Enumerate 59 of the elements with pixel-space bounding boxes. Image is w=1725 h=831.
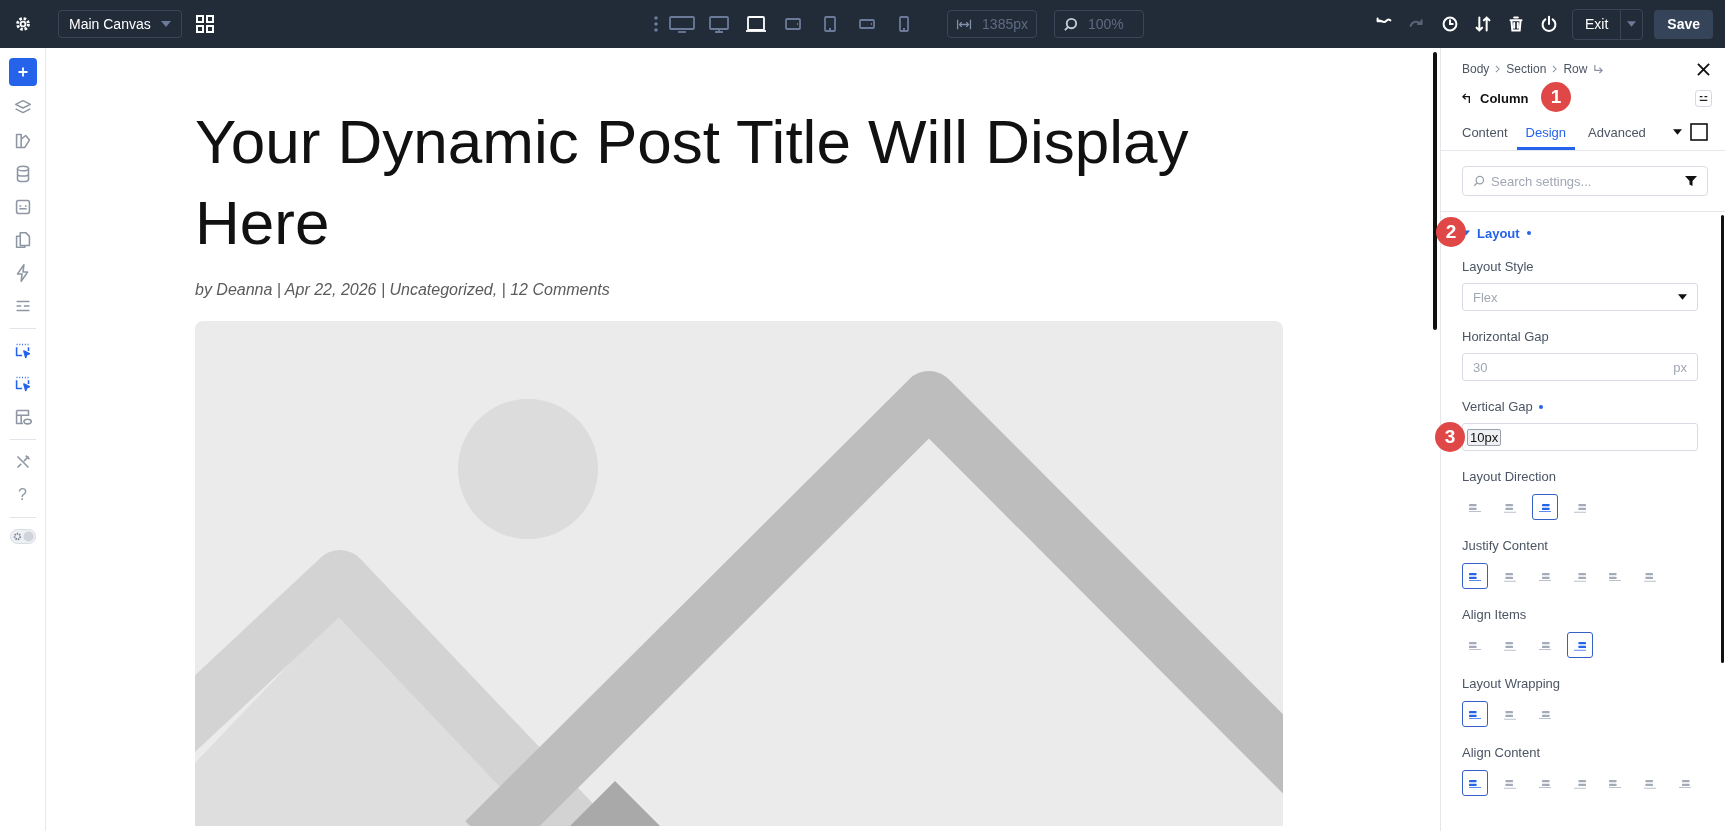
field-label: Align Content xyxy=(1462,745,1541,760)
caret-icon xyxy=(1627,21,1637,27)
add-button[interactable] xyxy=(8,58,37,86)
unit-label: px xyxy=(1673,359,1687,375)
panel-tab[interactable]: Design xyxy=(1516,114,1575,150)
scrollbar[interactable] xyxy=(1433,52,1437,330)
close-icon[interactable] xyxy=(1697,62,1710,76)
caret-icon xyxy=(161,21,171,27)
settings-icon[interactable] xyxy=(13,14,33,34)
field-label: Justify Content xyxy=(1462,538,1548,553)
square-icon[interactable] xyxy=(1689,123,1708,141)
option-button[interactable] xyxy=(1532,493,1558,520)
chevron-icon xyxy=(1495,65,1501,73)
step-badge: 1 xyxy=(1541,82,1571,112)
chevron-icon xyxy=(1552,65,1558,73)
more-icon[interactable] xyxy=(653,14,659,34)
field-label: Layout Wrapping xyxy=(1462,676,1561,691)
caret-icon[interactable] xyxy=(1672,129,1682,135)
zoom-icon xyxy=(1063,16,1078,32)
back-arrow-icon[interactable] xyxy=(1462,92,1473,104)
options-icon[interactable] xyxy=(1695,89,1712,107)
breadcrumb-link[interactable]: Body xyxy=(1462,62,1490,76)
field-label: Vertical Gap xyxy=(1462,399,1533,414)
panel-tab[interactable]: Advanced xyxy=(1579,114,1655,150)
field-label: Horizontal Gap xyxy=(1462,329,1549,344)
filter-icon[interactable] xyxy=(1685,175,1697,187)
canvas-select[interactable]: Main Canvas xyxy=(58,10,182,38)
mode-toggle[interactable] xyxy=(9,529,36,544)
width-value: 1385px xyxy=(982,16,1028,32)
search-placeholder: Search settings... xyxy=(1491,173,1593,189)
step-badge: 2 xyxy=(1436,217,1466,247)
width-icon xyxy=(956,17,973,31)
caret-icon xyxy=(1678,294,1687,300)
input-field[interactable]: 10px xyxy=(1462,423,1698,451)
panel-tab[interactable]: Content xyxy=(1462,114,1517,150)
step-badge: 3 xyxy=(1435,422,1465,452)
zoom-value: 100% xyxy=(1088,16,1124,32)
section-title[interactable]: Layout xyxy=(1477,225,1520,241)
widescreen-view-icon[interactable] xyxy=(668,14,696,34)
select-value: Flex xyxy=(1473,289,1498,305)
grid-icon[interactable] xyxy=(195,14,215,34)
element-name: Column xyxy=(1480,90,1529,106)
option-button[interactable] xyxy=(1462,562,1488,589)
input-value: 10px xyxy=(1467,428,1502,446)
scrollbar[interactable] xyxy=(1721,215,1724,663)
field-label: Layout Direction xyxy=(1462,469,1556,484)
post-meta: by Deanna | Apr 22, 2026 | Uncategorized, | 12 Comments xyxy=(195,281,611,299)
post-title: Your Dynamic Post Title Will Display Here xyxy=(195,106,1190,259)
search-icon xyxy=(1473,175,1485,187)
down-right-arrow-icon xyxy=(1593,63,1605,75)
option-button[interactable] xyxy=(1567,631,1593,658)
field-label: Layout Style xyxy=(1462,259,1534,274)
option-button[interactable] xyxy=(1462,700,1488,727)
field-label: Align Items xyxy=(1462,607,1527,622)
option-button[interactable] xyxy=(1462,769,1488,796)
save-button[interactable]: Save xyxy=(1654,9,1713,39)
input-placeholder: 30 xyxy=(1473,359,1488,375)
breadcrumb-link[interactable]: Section xyxy=(1506,62,1547,76)
breadcrumb-link[interactable]: Row xyxy=(1563,62,1588,76)
